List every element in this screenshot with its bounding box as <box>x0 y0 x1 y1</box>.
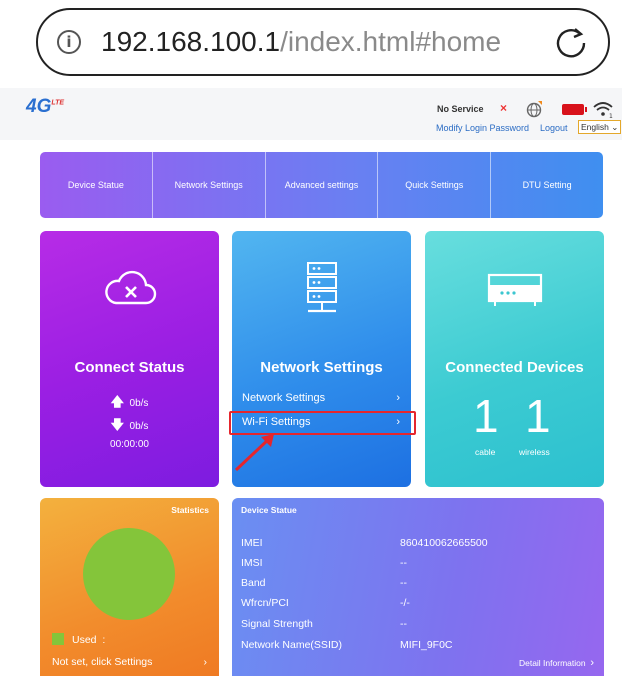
url-path: /index.html#home <box>280 26 502 57</box>
arrow-down-icon: 🡇 <box>110 417 124 432</box>
globe-icon <box>526 101 542 118</box>
detail-information-link[interactable]: Detail Information › <box>519 657 594 669</box>
language-value: English <box>581 122 609 132</box>
band-label: Band <box>241 577 266 589</box>
reload-icon[interactable] <box>553 25 589 61</box>
network-settings-title: Network Settings <box>260 359 383 376</box>
chevron-right-icon: › <box>396 392 400 404</box>
modify-password-link[interactable]: Modify Login Password <box>436 123 529 133</box>
server-icon <box>307 262 337 313</box>
logout-link[interactable]: Logout <box>540 123 568 133</box>
detail-link-label: Detail Information <box>518 658 586 668</box>
used-legend-swatch <box>52 633 64 645</box>
link-label: Network Settings <box>242 392 326 404</box>
tab-device-statue[interactable]: Device Statue <box>40 152 153 218</box>
no-sim-icon: × <box>500 101 508 115</box>
network-settings-link[interactable]: Network Settings › <box>242 392 400 404</box>
router-icon <box>487 273 543 306</box>
imsi-label: IMSI <box>241 557 263 569</box>
tab-label: Quick Settings <box>405 180 464 190</box>
settings-link[interactable]: Not set, click Settings › <box>52 656 207 668</box>
tab-label: Device Statue <box>67 180 124 190</box>
logo: 4GLTE <box>26 96 64 118</box>
connected-devices-card: Connected Devices 1 1 cable wireless <box>425 231 604 487</box>
url-text[interactable]: 192.168.100.1/index.html#home <box>101 24 501 60</box>
tab-label: DTU Setting <box>522 180 572 190</box>
imsi-value: -- <box>400 557 407 569</box>
upload-value: 0b/s <box>129 398 149 409</box>
tab-advanced-settings[interactable]: Advanced settings <box>266 152 379 218</box>
imei-value: 860410062665500 <box>400 537 488 549</box>
imei-label: IMEI <box>241 537 263 549</box>
wfrcn-pci-value: -/- <box>400 597 410 609</box>
logo-sub: LTE <box>51 99 65 107</box>
connected-devices-title: Connected Devices <box>445 359 584 376</box>
connect-status-title: Connect Status <box>74 359 185 376</box>
settings-link-label: Not set, click Settings <box>52 656 153 668</box>
svg-text:1: 1 <box>609 113 613 118</box>
wireless-count: 1 <box>525 390 551 442</box>
ssid-value: MIFI_9F0C <box>400 639 453 651</box>
used-legend: Used : <box>72 634 105 646</box>
wfrcn-pci-label: Wfrcn/PCI <box>241 597 289 609</box>
battery-icon <box>562 104 587 115</box>
chevron-right-icon: › <box>590 657 594 669</box>
tab-network-settings[interactable]: Network Settings <box>153 152 266 218</box>
tab-label: Advanced settings <box>284 180 359 190</box>
cable-label: cable <box>475 447 496 457</box>
used-label: Used <box>72 634 97 646</box>
connection-duration: 00:00:00 <box>110 439 149 450</box>
connect-status-card: Connect Status 🡅 0b/s 🡇 0b/s 00:00:00 <box>40 231 219 487</box>
tab-label: Network Settings <box>174 180 243 190</box>
device-status-title: Device Statue <box>241 505 297 515</box>
band-value: -- <box>400 577 407 589</box>
url-host: 192.168.100.1 <box>101 26 281 57</box>
signal-strength-value: -- <box>400 618 407 630</box>
tab-dtu-setting[interactable]: DTU Setting <box>491 152 603 218</box>
download-value: 0b/s <box>129 421 149 432</box>
tab-quick-settings[interactable]: Quick Settings <box>378 152 492 218</box>
wireless-label: wireless <box>519 447 550 457</box>
signal-strength-label: Signal Strength <box>241 618 313 630</box>
wifi-signal-icon: 1 <box>593 102 613 118</box>
chevron-right-icon: › <box>203 656 208 668</box>
used-separator: : <box>102 634 106 646</box>
cable-count: 1 <box>473 390 499 442</box>
language-select[interactable]: English ⌄ <box>578 120 622 134</box>
download-rate: 🡇 0b/s <box>40 416 219 438</box>
nav-tabs: Device Statue Network Settings Advanced … <box>40 152 603 218</box>
network-status: No Service <box>437 104 484 114</box>
device-status-card: Device Statue IMEI 860410062665500 IMSI … <box>232 498 604 676</box>
chevron-down-icon: ⌄ <box>611 122 619 132</box>
ssid-label: Network Name(SSID) <box>241 639 342 651</box>
info-icon[interactable]: i <box>57 30 81 54</box>
logo-main: 4G <box>26 96 52 117</box>
usage-pie-chart <box>83 528 175 620</box>
upload-rate: 🡅 0b/s <box>40 393 219 415</box>
arrow-up-icon: 🡅 <box>110 394 124 409</box>
cloud-disconnected-icon <box>105 270 157 305</box>
annotation-arrow-icon <box>234 434 274 472</box>
statistics-title: Statistics <box>171 505 209 515</box>
